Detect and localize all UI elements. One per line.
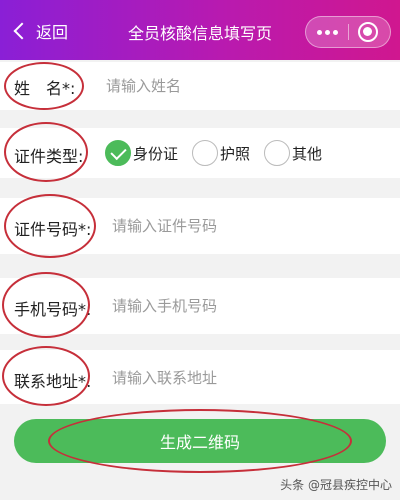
watermark-text: 头条 @冠县疾控中心 — [280, 478, 392, 492]
generate-qrcode-label: 生成二维码 — [159, 433, 240, 452]
address-label: 联系地址*: — [14, 372, 92, 391]
id-number-row: 证件号码*: — [0, 194, 400, 258]
phone-row: 手机号码*: — [0, 272, 400, 338]
generate-qrcode-button[interactable]: 生成二维码 — [14, 419, 386, 463]
name-label: 姓 名*: — [14, 79, 76, 98]
radio-passport[interactable]: 护照 — [192, 140, 250, 166]
id-number-input[interactable] — [112, 214, 382, 238]
mini-program-capsule — [305, 16, 391, 48]
address-row: 联系地址*: — [0, 346, 400, 406]
target-circle-icon[interactable] — [358, 22, 378, 42]
id-type-label: 证件类型: — [14, 147, 84, 166]
app-header: 返回 全员核酸信息填写页 — [0, 0, 400, 60]
page-title: 全员核酸信息填写页 — [127, 24, 272, 43]
back-button[interactable]: 返回 — [12, 18, 68, 44]
id-type-row: 证件类型: 身份证 护照 其他 — [0, 122, 400, 182]
radio-passport-label: 护照 — [220, 144, 251, 163]
id-number-label: 证件号码*: — [14, 220, 92, 239]
chevron-left-icon — [13, 22, 31, 40]
phone-input[interactable] — [112, 294, 382, 318]
checkmark-icon — [105, 140, 131, 166]
id-type-radio-group: 身份证 护照 其他 — [105, 140, 336, 166]
address-input[interactable] — [112, 366, 382, 390]
more-dots-icon[interactable] — [306, 17, 348, 47]
phone-label: 手机号码*: — [14, 300, 92, 319]
name-input[interactable] — [106, 74, 386, 98]
back-label: 返回 — [36, 23, 69, 42]
radio-other-label: 其他 — [292, 144, 323, 163]
radio-circle-icon — [264, 140, 291, 166]
radio-circle-icon — [192, 140, 219, 166]
radio-other[interactable]: 其他 — [264, 140, 322, 166]
radio-id-card[interactable]: 身份证 — [105, 140, 178, 166]
radio-id-card-label: 身份证 — [133, 144, 179, 163]
capsule-divider — [348, 24, 349, 40]
name-row: 姓 名*: — [0, 62, 400, 110]
